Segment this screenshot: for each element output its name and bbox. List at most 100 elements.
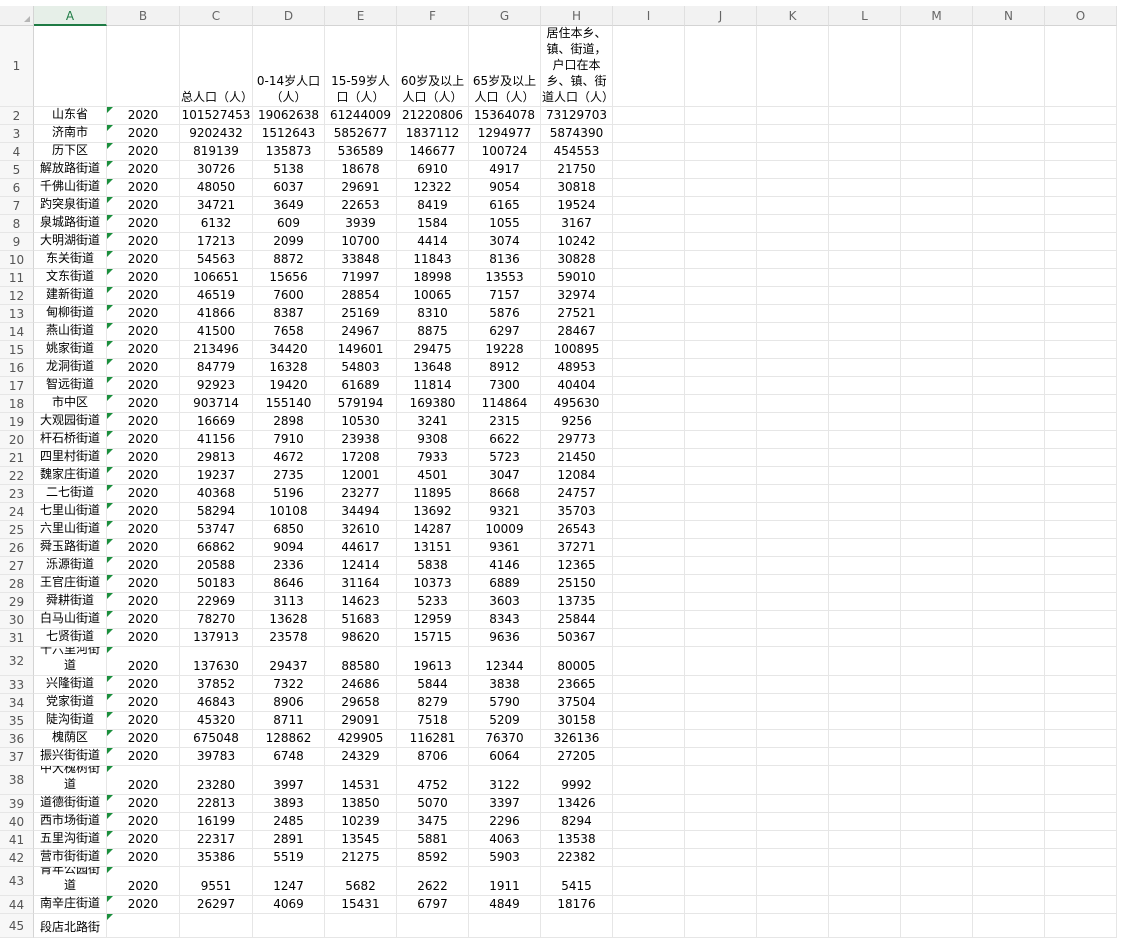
empty-cell[interactable] bbox=[1045, 748, 1117, 766]
empty-cell[interactable] bbox=[613, 305, 685, 323]
data-cell[interactable] bbox=[325, 914, 397, 938]
data-cell[interactable]: 10108 bbox=[253, 503, 325, 521]
data-cell[interactable]: 17213 bbox=[180, 233, 253, 251]
empty-cell[interactable] bbox=[685, 867, 757, 896]
data-cell[interactable]: 5874390 bbox=[541, 125, 613, 143]
data-cell[interactable]: 44617 bbox=[325, 539, 397, 557]
empty-cell[interactable] bbox=[685, 629, 757, 647]
data-cell[interactable]: 28854 bbox=[325, 287, 397, 305]
empty-cell[interactable] bbox=[685, 914, 757, 938]
data-cell[interactable]: 25150 bbox=[541, 575, 613, 593]
data-cell[interactable]: 30158 bbox=[541, 712, 613, 730]
data-cell[interactable]: 2020 bbox=[107, 896, 180, 914]
data-cell[interactable]: 9551 bbox=[180, 867, 253, 896]
row-header[interactable]: 10 bbox=[0, 251, 34, 269]
data-cell[interactable]: 2020 bbox=[107, 161, 180, 179]
empty-cell[interactable] bbox=[1045, 215, 1117, 233]
empty-cell[interactable] bbox=[613, 730, 685, 748]
empty-cell[interactable] bbox=[829, 197, 901, 215]
empty-cell[interactable] bbox=[901, 694, 973, 712]
region-name-cell[interactable]: 六里山街道 bbox=[34, 521, 107, 539]
data-cell[interactable]: 3997 bbox=[253, 766, 325, 795]
data-cell[interactable]: 2020 bbox=[107, 341, 180, 359]
empty-cell[interactable] bbox=[1045, 712, 1117, 730]
region-name-cell[interactable]: 十六里河街道 bbox=[34, 647, 107, 676]
data-cell[interactable]: 3475 bbox=[397, 813, 469, 831]
empty-cell[interactable] bbox=[973, 395, 1045, 413]
empty-cell[interactable] bbox=[613, 867, 685, 896]
data-cell[interactable]: 35703 bbox=[541, 503, 613, 521]
empty-cell[interactable] bbox=[757, 233, 829, 251]
data-cell[interactable]: 20588 bbox=[180, 557, 253, 575]
data-cell[interactable]: 4672 bbox=[253, 449, 325, 467]
data-cell[interactable]: 2020 bbox=[107, 521, 180, 539]
data-cell[interactable]: 135873 bbox=[253, 143, 325, 161]
data-cell[interactable]: 2020 bbox=[107, 748, 180, 766]
data-cell[interactable]: 3939 bbox=[325, 215, 397, 233]
data-cell[interactable]: 22317 bbox=[180, 831, 253, 849]
empty-cell[interactable] bbox=[685, 359, 757, 377]
empty-cell[interactable] bbox=[829, 813, 901, 831]
data-cell[interactable]: 58294 bbox=[180, 503, 253, 521]
data-cell[interactable]: 11895 bbox=[397, 485, 469, 503]
data-cell[interactable]: 24967 bbox=[325, 323, 397, 341]
empty-cell[interactable] bbox=[901, 233, 973, 251]
empty-cell[interactable] bbox=[829, 377, 901, 395]
data-cell[interactable]: 29691 bbox=[325, 179, 397, 197]
data-cell[interactable]: 2020 bbox=[107, 795, 180, 813]
empty-cell[interactable] bbox=[829, 795, 901, 813]
region-name-cell[interactable]: 甸柳街道 bbox=[34, 305, 107, 323]
data-cell[interactable]: 18998 bbox=[397, 269, 469, 287]
empty-cell[interactable] bbox=[1045, 849, 1117, 867]
empty-cell[interactable] bbox=[973, 712, 1045, 730]
empty-cell[interactable] bbox=[901, 521, 973, 539]
data-cell[interactable]: 1247 bbox=[253, 867, 325, 896]
data-cell[interactable]: 8906 bbox=[253, 694, 325, 712]
data-cell[interactable]: 15431 bbox=[325, 896, 397, 914]
empty-cell[interactable] bbox=[829, 557, 901, 575]
data-cell[interactable]: 5415 bbox=[541, 867, 613, 896]
empty-cell[interactable] bbox=[685, 557, 757, 575]
data-cell[interactable]: 37852 bbox=[180, 676, 253, 694]
data-cell[interactable]: 12959 bbox=[397, 611, 469, 629]
empty-cell[interactable] bbox=[1045, 125, 1117, 143]
empty-cell[interactable] bbox=[685, 813, 757, 831]
data-cell[interactable]: 9321 bbox=[469, 503, 541, 521]
data-cell[interactable]: 5233 bbox=[397, 593, 469, 611]
data-cell[interactable]: 3241 bbox=[397, 413, 469, 431]
row-header[interactable]: 5 bbox=[0, 161, 34, 179]
empty-cell[interactable] bbox=[901, 395, 973, 413]
empty-cell[interactable] bbox=[829, 215, 901, 233]
empty-cell[interactable] bbox=[613, 323, 685, 341]
empty-cell[interactable] bbox=[973, 125, 1045, 143]
empty-cell[interactable] bbox=[973, 485, 1045, 503]
data-cell[interactable]: 13151 bbox=[397, 539, 469, 557]
empty-cell[interactable] bbox=[1045, 179, 1117, 197]
data-cell[interactable]: 1911 bbox=[469, 867, 541, 896]
data-cell[interactable]: 13850 bbox=[325, 795, 397, 813]
empty-cell[interactable] bbox=[829, 766, 901, 795]
empty-cell[interactable] bbox=[757, 287, 829, 305]
empty-cell[interactable] bbox=[757, 557, 829, 575]
empty-cell[interactable] bbox=[973, 557, 1045, 575]
data-cell[interactable]: 37271 bbox=[541, 539, 613, 557]
data-cell[interactable]: 29773 bbox=[541, 431, 613, 449]
data-cell[interactable]: 2315 bbox=[469, 413, 541, 431]
empty-cell[interactable] bbox=[973, 730, 1045, 748]
empty-cell[interactable] bbox=[1045, 676, 1117, 694]
empty-cell[interactable] bbox=[973, 503, 1045, 521]
data-cell[interactable]: 675048 bbox=[180, 730, 253, 748]
data-cell[interactable]: 22382 bbox=[541, 849, 613, 867]
column-header-m[interactable]: M bbox=[901, 6, 973, 26]
empty-cell[interactable] bbox=[1045, 867, 1117, 896]
empty-cell[interactable] bbox=[1045, 377, 1117, 395]
empty-cell[interactable] bbox=[685, 305, 757, 323]
column-header-b[interactable]: B bbox=[107, 6, 180, 26]
data-cell[interactable]: 2020 bbox=[107, 269, 180, 287]
empty-cell[interactable] bbox=[613, 215, 685, 233]
empty-cell[interactable] bbox=[829, 712, 901, 730]
data-cell[interactable]: 116281 bbox=[397, 730, 469, 748]
empty-cell[interactable] bbox=[901, 449, 973, 467]
empty-cell[interactable] bbox=[973, 914, 1045, 938]
data-cell[interactable]: 2020 bbox=[107, 107, 180, 125]
